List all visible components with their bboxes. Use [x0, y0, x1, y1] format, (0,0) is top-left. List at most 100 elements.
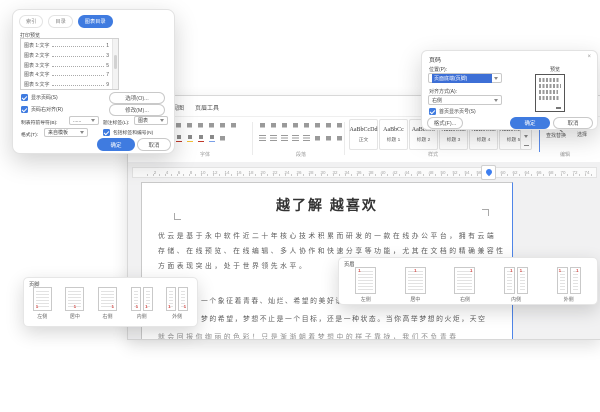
ok-button[interactable]: 确定: [97, 138, 135, 151]
char-shading-icon[interactable]: [229, 121, 238, 129]
position-select[interactable]: 页面底端(页脚): [428, 73, 502, 83]
right-align-page-numbers-checkbox[interactable]: 页码右对齐(R): [21, 106, 63, 113]
checkbox-checked-icon: [429, 108, 436, 115]
toc-entry: 图表 2:文字 3: [24, 52, 109, 59]
page-thumbnail: 1 1: [98, 287, 117, 311]
dialog-tab[interactable]: 索引: [19, 15, 43, 28]
footer-position-option[interactable]: 1 1 外侧: [166, 287, 188, 320]
cancel-button[interactable]: 取消: [137, 138, 171, 151]
multilevel-list-icon[interactable]: [280, 121, 289, 129]
cancel-button[interactable]: 取消: [553, 117, 593, 129]
toc-entry-page: 1: [106, 43, 109, 49]
ruler-number: 52: [449, 169, 461, 177]
close-icon[interactable]: ×: [587, 54, 591, 60]
show-number-first-page-checkbox[interactable]: 首页显示页号(S): [429, 108, 476, 115]
increase-indent-icon[interactable]: [302, 121, 311, 129]
decrease-indent-icon[interactable]: [291, 121, 300, 129]
chevron-down-icon: [91, 119, 95, 122]
position-label: 位置(P):: [429, 66, 447, 73]
align-center-icon[interactable]: [269, 134, 278, 142]
style-label: 标题 1: [387, 136, 401, 143]
change-case-icon[interactable]: [196, 121, 205, 129]
tab-leader-label: 制表符前导符(B):: [21, 119, 58, 126]
option-label: 外侧: [564, 296, 574, 303]
align-right-icon[interactable]: [280, 134, 289, 142]
borders-icon[interactable]: [335, 134, 344, 142]
location-pin-button[interactable]: [481, 165, 496, 180]
ok-button[interactable]: 确定: [510, 117, 550, 129]
font-icon-row-2: [174, 134, 227, 142]
scrollbar[interactable]: [112, 39, 118, 89]
header-position-option[interactable]: 1 1 居中: [405, 267, 426, 303]
highlight-icon[interactable]: [185, 134, 194, 142]
shading-icon[interactable]: [324, 134, 333, 142]
toc-entry-page: 5: [106, 63, 109, 69]
show-page-numbers-checkbox[interactable]: 显示页码(S): [21, 94, 58, 101]
footer-position-option[interactable]: 1 1 左侧: [33, 287, 52, 320]
font-color-icon[interactable]: [174, 134, 183, 142]
footer-options: 1 1 左侧 1 1 居中 1: [26, 287, 195, 324]
document-title: 越了解 越喜欢: [142, 195, 512, 215]
include-label-number-checkbox[interactable]: 包括标签和编号(N): [103, 129, 153, 136]
distribute-icon[interactable]: [302, 134, 311, 142]
ruler-number: 70: [557, 169, 569, 177]
asian-layout-icon[interactable]: [313, 121, 322, 129]
ruler-number: 28: [305, 169, 317, 177]
dialog-tab[interactable]: 图表目录: [78, 15, 113, 28]
style-chip[interactable]: AaBbCcDd 正文: [349, 119, 378, 150]
toc-entry-page: 3: [106, 53, 109, 59]
ruler-number: 30: [317, 169, 329, 177]
page-thumbnail: 1 1: [33, 287, 52, 311]
caption-label-select[interactable]: 图表: [134, 116, 168, 125]
ribbon-tab[interactable]: 页眉工具: [195, 103, 219, 112]
ruler[interactable]: 2468101214161820222426283032343638404244…: [132, 167, 597, 178]
find-replace-label: 查找替换: [546, 132, 566, 139]
page-thumbnail: 1 1: [405, 267, 426, 294]
numbering-icon[interactable]: [269, 121, 278, 129]
line-spacing-icon[interactable]: [313, 134, 322, 142]
ruler-number: 42: [389, 169, 401, 177]
scroll-down-icon: [524, 135, 528, 138]
underline-color-icon[interactable]: [196, 134, 205, 142]
footer-position-option[interactable]: 1 1 右侧: [98, 287, 117, 320]
chevron-down-icon: [80, 131, 84, 134]
bullets-icon[interactable]: [258, 121, 267, 129]
justify-icon[interactable]: [291, 134, 300, 142]
alignment-select[interactable]: 右侧: [428, 95, 502, 105]
footer-position-option[interactable]: 1 1 居中: [65, 287, 84, 320]
style-chip[interactable]: AaBbCc 标题 1: [379, 119, 408, 150]
clear-format-icon[interactable]: [218, 134, 227, 142]
modify-button[interactable]: 修改(M)...: [109, 104, 165, 116]
body-line: 方面表现突出，处于世界领先水平。: [158, 260, 308, 270]
char-border-icon[interactable]: [218, 121, 227, 129]
grow-font-icon[interactable]: [174, 121, 183, 129]
sort-icon[interactable]: [324, 121, 333, 129]
border-color-icon[interactable]: [207, 134, 216, 142]
ruler-number: 12: [209, 169, 221, 177]
footer-position-option[interactable]: 1 1 内侧: [131, 287, 153, 320]
header-position-option[interactable]: 1 1 内侧: [504, 267, 528, 303]
format-button[interactable]: 格式(F)...: [427, 117, 463, 129]
toc-entry-label: 图表 5:文字: [24, 81, 50, 88]
scrollbar-thumb[interactable]: [114, 55, 117, 69]
options-button[interactable]: 选项(O)...: [109, 92, 165, 104]
shrink-font-icon[interactable]: [185, 121, 194, 129]
ruler-number: 16: [233, 169, 245, 177]
option-label: 内侧: [511, 296, 521, 303]
format-select[interactable]: 来自模板: [44, 128, 88, 137]
paragraph-marks-icon[interactable]: [335, 121, 344, 129]
style-label: 标题 3: [447, 136, 461, 143]
tab-leader-select[interactable]: ......: [69, 116, 99, 125]
page-thumbnail: 1 1: [355, 267, 376, 294]
align-left-icon[interactable]: [258, 134, 267, 142]
gallery-more-icon: [524, 145, 529, 146]
header-position-option[interactable]: 1 1 右侧: [454, 267, 475, 303]
ruler-number: 2: [149, 169, 161, 177]
phonetic-guide-icon[interactable]: [207, 121, 216, 129]
ruler-number: 34: [341, 169, 353, 177]
dialog-tab[interactable]: 目录: [48, 15, 72, 28]
header-position-option[interactable]: 1 1 左侧: [355, 267, 376, 303]
header-position-option[interactable]: 1 1 外侧: [557, 267, 581, 303]
body-line: 存储、在线预览、在线编辑、多人协作和快速分享等功能，尤其在文档的精确兼容性: [158, 245, 506, 255]
checkbox-checked-icon: [21, 106, 28, 113]
